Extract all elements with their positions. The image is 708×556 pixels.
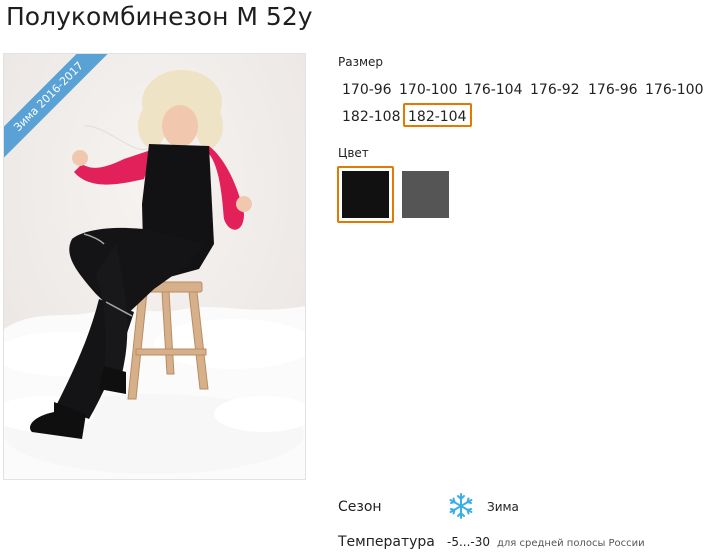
size-label: Размер bbox=[338, 55, 384, 69]
season-ribbon-label: Зима 2016-2017 bbox=[4, 54, 114, 164]
color-swatch-gray[interactable] bbox=[397, 166, 454, 223]
color-label: Цвет bbox=[338, 146, 369, 160]
temperature-label: Температура bbox=[338, 534, 435, 550]
color-swatch-black-fill bbox=[342, 171, 389, 218]
temperature-note: для средней полосы России bbox=[497, 538, 645, 549]
color-swatch-black[interactable] bbox=[337, 166, 394, 223]
size-option-170-100[interactable]: 170-100 bbox=[394, 76, 463, 100]
snowflake-icon bbox=[447, 492, 475, 524]
page-title: Полукомбинезон М 52у bbox=[6, 2, 313, 31]
color-swatch-gray-fill bbox=[402, 171, 449, 218]
size-option-176-104[interactable]: 176-104 bbox=[459, 76, 528, 100]
size-option-182-108[interactable]: 182-108 bbox=[337, 103, 406, 127]
season-label: Сезон bbox=[338, 499, 382, 515]
size-option-176-100[interactable]: 176-100 bbox=[640, 76, 708, 100]
season-value: Зима bbox=[487, 500, 519, 514]
season-ribbon: Зима 2016-2017 bbox=[4, 54, 114, 164]
size-option-176-96[interactable]: 176-96 bbox=[583, 76, 643, 100]
product-photo[interactable]: Зима 2016-2017 bbox=[3, 53, 306, 480]
size-option-170-96[interactable]: 170-96 bbox=[337, 76, 397, 100]
size-option-176-92[interactable]: 176-92 bbox=[525, 76, 585, 100]
size-option-182-104[interactable]: 182-104 bbox=[403, 103, 472, 127]
temperature-value: -5...-30 bbox=[447, 535, 491, 549]
